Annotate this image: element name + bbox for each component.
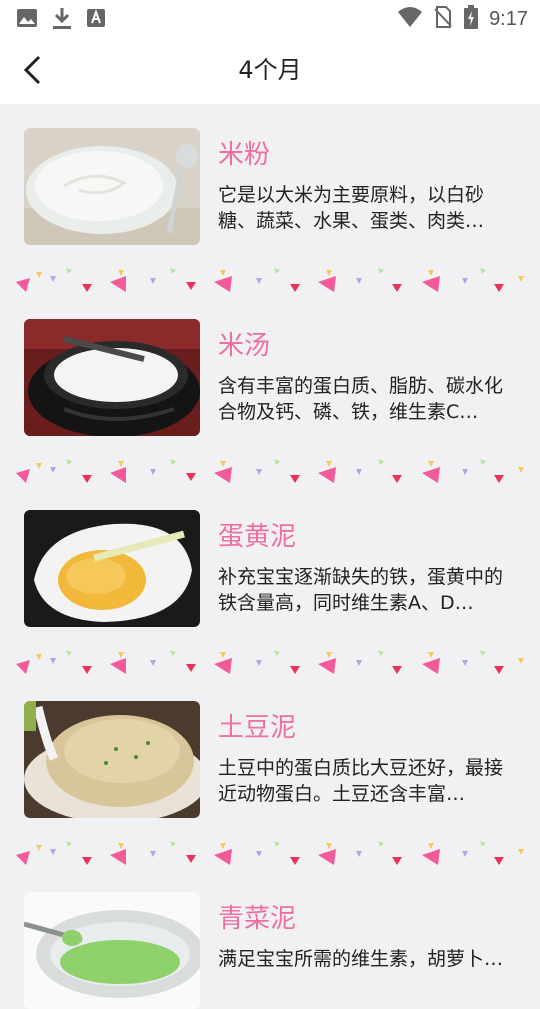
food-item[interactable]: 蛋黄泥 补充宝宝逐渐缺失的铁，蛋黄中的铁含量高，同时维生素A、D… [0,486,540,627]
status-bar: 9:17 [0,0,540,36]
food-item[interactable]: 土豆泥 土豆中的蛋白质比大豆还好，最接近动物蛋白。土豆还含丰富… [0,677,540,818]
food-description: 补充宝宝逐渐缺失的铁，蛋黄中的铁含量高，同时维生素A、D… [218,566,504,614]
food-image-mashed-potato [24,701,200,818]
food-name: 米汤 [218,331,271,361]
battery-charging-icon [463,4,479,34]
no-sim-icon [433,5,453,33]
food-item[interactable]: 青菜泥 满足宝宝所需的维生素，胡萝卜… [0,868,540,1009]
page-title: 4个月 [238,56,302,84]
food-image-egg-yolk-puree [24,510,200,627]
food-description: 土豆中的蛋白质比大豆还好，最接近动物蛋白。土豆还含丰富… [218,757,504,805]
font-icon [86,8,106,32]
food-item[interactable]: 米汤 含有丰富的蛋白质、脂肪、碳水化合物及钙、磷、铁，维生素C… [0,295,540,436]
food-image-rice-cereal [24,128,200,245]
food-image-vegetable-puree [24,892,200,1009]
status-time: 9:17 [489,7,528,30]
food-description: 它是以大米为主要原料，以白砂糖、蔬菜、水果、蛋类、肉类… [218,184,485,232]
wifi-icon [397,6,423,32]
app-bar: 4个月 [0,36,540,104]
download-icon [52,6,72,34]
food-description: 含有丰富的蛋白质、脂肪、碳水化合物及钙、磷、铁，维生素C… [218,375,504,423]
food-name: 青菜泥 [218,904,297,934]
chevron-left-icon [23,55,41,85]
back-button[interactable] [12,50,52,90]
image-icon [16,7,38,33]
food-name: 土豆泥 [218,713,297,743]
food-name: 蛋黄泥 [218,522,297,552]
food-item[interactable]: 米粉 它是以大米为主要原料，以白砂糖、蔬菜、水果、蛋类、肉类… [0,104,540,245]
food-description: 满足宝宝所需的维生素，胡萝卜… [218,948,504,970]
food-image-rice-soup [24,319,200,436]
food-name: 米粉 [218,140,271,170]
